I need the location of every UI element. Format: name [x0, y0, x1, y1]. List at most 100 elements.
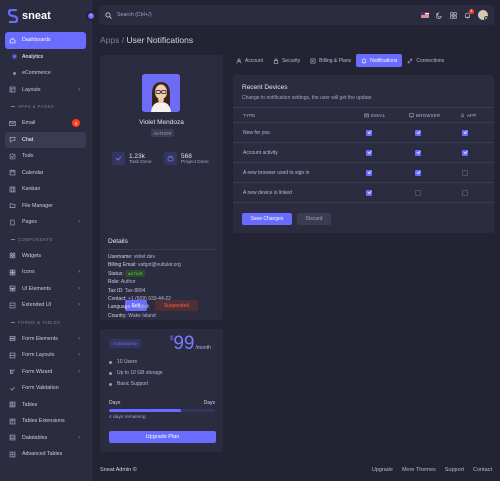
chevron-right-icon: ›	[78, 302, 80, 309]
sidebar-item[interactable]: UI Elements ›	[5, 281, 86, 298]
search-icon	[105, 11, 112, 19]
sidebar-item[interactable]: File Manager	[5, 198, 86, 215]
app-checkbox[interactable]	[462, 169, 468, 176]
upgrade-plan-button[interactable]: Upgrade Plan	[109, 431, 216, 443]
section-text: APPS & PAGES	[18, 104, 55, 109]
chat-icon	[9, 136, 16, 144]
sidebar-item[interactable]: Form Layouts ›	[5, 347, 86, 364]
col-app: APP	[460, 113, 477, 118]
chevron-right-icon: ›	[78, 352, 80, 359]
sidebar-subitem[interactable]: Analytics	[5, 49, 86, 66]
email-checkbox[interactable]	[366, 149, 372, 156]
sidebar-subitem[interactable]: eCommerce	[5, 65, 86, 82]
sidebar-item-label: Extended UI	[22, 302, 52, 309]
theme-moon-icon[interactable]	[436, 12, 443, 19]
notification-type: Account activity	[243, 149, 278, 156]
tab-label: Security	[282, 57, 301, 64]
sidebar-item-label: Calendar	[22, 169, 44, 176]
user-avatar[interactable]	[478, 10, 488, 20]
footer-link-more-themes[interactable]: More Themes	[402, 467, 436, 473]
collapse-sidebar-button[interactable]: ‹	[86, 11, 96, 21]
browser-checkbox[interactable]	[415, 149, 421, 156]
tab-billing-plans[interactable]: Billing & Plans	[305, 54, 356, 67]
detail-key: Language:	[108, 304, 132, 311]
sidebar-item[interactable]: Kanban	[5, 181, 86, 198]
browser-checkbox[interactable]	[415, 189, 421, 196]
bullet-icon	[109, 360, 112, 364]
sidebar-item[interactable]: Form Elements ›	[5, 331, 86, 348]
footer-link-support[interactable]: Support	[445, 467, 464, 473]
tab-notifications[interactable]: Notifications	[356, 54, 403, 67]
detail-key: Contact:	[108, 296, 127, 302]
check-square-icon	[9, 153, 16, 160]
sidebar-item[interactable]: Icons ›	[5, 264, 86, 281]
app-checkbox[interactable]	[462, 129, 468, 136]
sidebar-item[interactable]: Form Wizard ›	[5, 364, 86, 381]
detail-row: Country: Wake Island	[108, 313, 156, 319]
sidebar-item[interactable]: Email 4	[5, 115, 86, 132]
footer-link-upgrade[interactable]: Upgrade	[372, 467, 393, 473]
notification-bell-icon[interactable]: 4	[464, 8, 474, 19]
search-bar[interactable]: Search (Ctrl+/)	[105, 11, 152, 19]
save-changes-button[interactable]: Save Changes	[242, 213, 292, 225]
section-text: FORMS & TABLES	[18, 319, 61, 325]
discard-button[interactable]: Discard	[297, 213, 331, 225]
tab-connections[interactable]: Connections	[402, 54, 449, 67]
top-navbar: Search (Ctrl+/) 4	[99, 5, 494, 25]
plan-price: $ 99 /month	[170, 333, 211, 355]
sidebar-item[interactable]: Advanced Tables	[5, 446, 86, 463]
detail-username: Username: violet.dev	[108, 254, 155, 260]
rocket-icon	[460, 112, 465, 118]
footer-links: Upgrade More Themes Support Contact	[372, 467, 492, 473]
sidebar-menu: Dashboards Analytics eCommerce Layouts › APPS…	[0, 32, 91, 463]
chevron-right-icon: ›	[78, 219, 80, 226]
detail-row: Tax ID: Tax-8894	[108, 288, 145, 294]
chevron-right-icon: ›	[78, 285, 80, 292]
lock-icon	[273, 57, 279, 64]
advanced-tables-icon	[9, 451, 16, 458]
sidebar-item[interactable]: Widgets	[5, 248, 86, 265]
notification-count-badge: 4	[469, 8, 474, 14]
chevron-right-icon: ›	[78, 269, 80, 276]
sneat-logo-icon	[7, 8, 19, 24]
brand[interactable]: sneat	[0, 0, 91, 32]
sidebar-item[interactable]: Tables Extensions	[5, 413, 86, 430]
browser-checkbox[interactable]	[415, 129, 421, 136]
stat-label: Task Done	[129, 159, 152, 165]
email-checkbox[interactable]	[366, 129, 372, 136]
sidebar-item[interactable]: Tables	[5, 397, 86, 414]
col-type: TYPE	[243, 112, 256, 118]
tab-label: Billing & Plans	[319, 57, 352, 64]
sidebar-item[interactable]: Layouts ›	[5, 82, 86, 99]
section-line	[11, 238, 15, 240]
sidebar-item[interactable]: Todo	[5, 148, 86, 165]
link-icon	[407, 58, 413, 64]
app-checkbox[interactable]	[462, 149, 468, 156]
sidebar-item-label: Form Elements	[22, 335, 58, 342]
sidebar-item[interactable]: Pages ›	[5, 214, 86, 231]
sidebar-item[interactable]: Chat	[5, 131, 86, 148]
shortcuts-grid-icon[interactable]	[450, 11, 457, 19]
footer-brand: Sneat Admin ©	[100, 467, 137, 473]
app-checkbox[interactable]	[462, 189, 468, 196]
email-checkbox[interactable]	[366, 189, 372, 196]
sidebar-item[interactable]: Dashboards	[5, 32, 86, 49]
notifications-subtitle: Change to notification settings, the use…	[242, 95, 372, 101]
detail-status: Status: ACTIVE	[108, 269, 146, 277]
detail-value: Tax-8894	[124, 287, 146, 294]
email-checkbox[interactable]	[366, 169, 372, 176]
sidebar-section-label: FORMS & TABLES	[5, 314, 86, 331]
footer-link-contact[interactable]: Contact	[473, 467, 492, 473]
days-remaining: 4 days remaining	[109, 415, 146, 420]
tab-account[interactable]: Account	[231, 54, 268, 67]
language-flag-icon[interactable]	[421, 12, 429, 18]
sidebar-item[interactable]: Datatables ›	[5, 430, 86, 447]
price-period: /month	[195, 345, 211, 351]
sidebar-item[interactable]: Extended UI ›	[5, 297, 86, 314]
tab-security[interactable]: Security	[268, 54, 305, 67]
sidebar-item[interactable]: Calendar	[5, 165, 86, 182]
breadcrumb-parent[interactable]: Apps /	[100, 35, 124, 45]
browser-checkbox[interactable]	[415, 169, 421, 176]
sidebar-item-label: Email	[22, 120, 36, 127]
sidebar-item[interactable]: Form Validation	[5, 380, 86, 397]
